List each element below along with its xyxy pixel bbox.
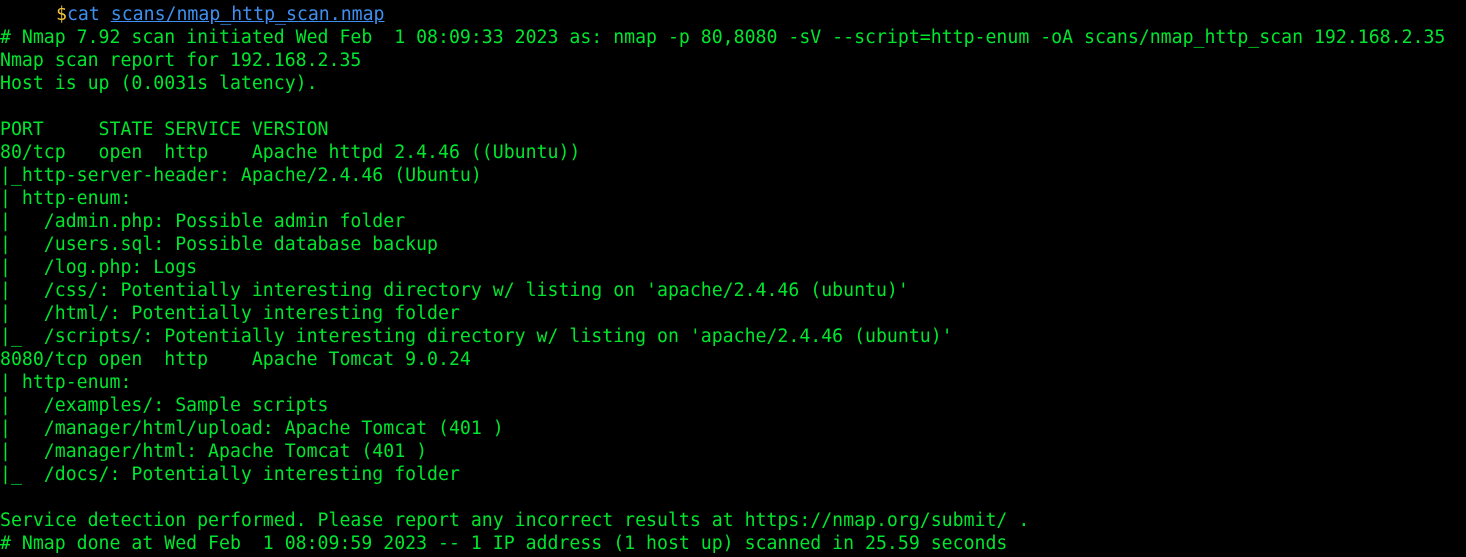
output-line: | /css/: Potentially interesting directo… xyxy=(0,280,909,301)
output-line: |_http-server-header: Apache/2.4.46 (Ubu… xyxy=(0,165,482,186)
output-line: |_ /docs/: Potentially interesting folde… xyxy=(0,464,460,485)
output-line: 8080/tcp open http Apache Tomcat 9.0.24 xyxy=(0,349,471,370)
output-line: | /manager/html/upload: Apache Tomcat (4… xyxy=(0,418,504,439)
prompt-command: cat xyxy=(66,4,100,25)
output-line: PORT STATE SERVICE VERSION xyxy=(0,119,329,140)
output-line: Host is up (0.0031s latency). xyxy=(0,73,318,94)
prompt-symbol: $ xyxy=(56,4,67,25)
output-line: | /html/: Potentially interesting folder xyxy=(0,303,460,324)
output-line: |_ /scripts/: Potentially interesting di… xyxy=(0,326,953,347)
output-line: | /log.php: Logs xyxy=(0,257,198,278)
output-line: | /examples/: Sample scripts xyxy=(0,395,329,416)
output-line: | /users.sql: Possible database backup xyxy=(0,234,438,255)
terminal-window[interactable]: $cat scans/nmap_http_scan.nmap # Nmap 7.… xyxy=(0,0,1466,557)
shell-prompt-line: $cat scans/nmap_http_scan.nmap xyxy=(56,3,385,26)
output-line: # Nmap 7.92 scan initiated Wed Feb 1 08:… xyxy=(0,27,1446,48)
prompt-argument-path[interactable]: scans/nmap_http_scan.nmap xyxy=(111,4,385,25)
output-line: 80/tcp open http Apache httpd 2.4.46 ((U… xyxy=(0,142,581,163)
output-line: | /manager/html: Apache Tomcat (401 ) xyxy=(0,441,428,462)
output-line: | http-enum: xyxy=(0,372,132,393)
output-line: | http-enum: xyxy=(0,188,132,209)
output-line: Service detection performed. Please repo… xyxy=(0,510,1030,531)
output-line: # Nmap done at Wed Feb 1 08:09:59 2023 -… xyxy=(0,533,1008,554)
output-line: | /admin.php: Possible admin folder xyxy=(0,211,406,232)
output-line: Nmap scan report for 192.168.2.35 xyxy=(0,50,362,71)
